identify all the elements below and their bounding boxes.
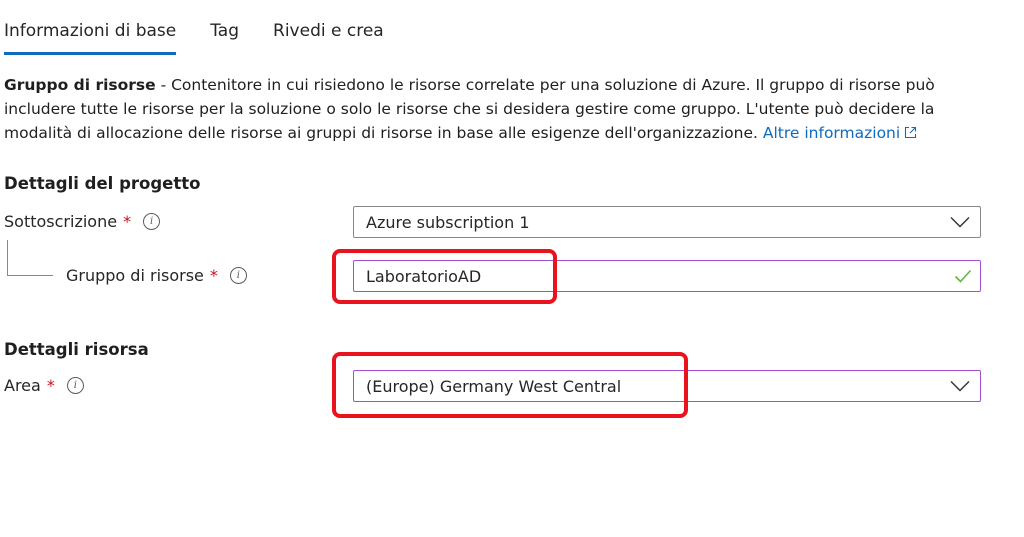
- subscription-value: Azure subscription 1: [366, 212, 530, 232]
- tab-basics[interactable]: Informazioni di base: [4, 16, 177, 55]
- resource-group-label-text: Gruppo di risorse: [66, 266, 204, 285]
- annotation-box-resource-group: [332, 249, 557, 304]
- tree-connector: [7, 240, 53, 276]
- required-marker: *: [209, 266, 218, 285]
- subscription-label: Sottoscrizione * i: [4, 212, 161, 231]
- resource-group-label: Gruppo di risorse * i: [66, 266, 247, 285]
- description-term: Gruppo di risorse: [4, 76, 156, 94]
- info-icon[interactable]: i: [229, 267, 247, 284]
- subscription-label-text: Sottoscrizione: [4, 212, 118, 231]
- checkmark-icon: [954, 269, 972, 283]
- tab-tags[interactable]: Tag: [210, 16, 239, 46]
- info-icon[interactable]: i: [143, 213, 161, 230]
- region-label: Area * i: [4, 376, 84, 395]
- info-icon[interactable]: i: [66, 377, 84, 394]
- tab-bar: Informazioni di base Tag Rivedi e crea: [4, 16, 418, 56]
- resource-group-description: Gruppo di risorse - Contenitore in cui r…: [4, 73, 994, 145]
- subscription-dropdown[interactable]: Azure subscription 1: [353, 206, 981, 238]
- project-details-heading: Dettagli del progetto: [4, 174, 201, 193]
- learn-more-link[interactable]: Altre informazioni: [763, 124, 900, 142]
- external-link-icon[interactable]: [904, 126, 917, 139]
- chevron-down-icon: [950, 381, 970, 392]
- resource-details-heading: Dettagli risorsa: [4, 340, 149, 359]
- region-label-text: Area: [4, 376, 41, 395]
- required-marker: *: [123, 212, 132, 231]
- chevron-down-icon: [950, 217, 970, 228]
- required-marker: *: [46, 376, 55, 395]
- annotation-box-region: [332, 352, 688, 418]
- tab-review-create[interactable]: Rivedi e crea: [273, 16, 384, 46]
